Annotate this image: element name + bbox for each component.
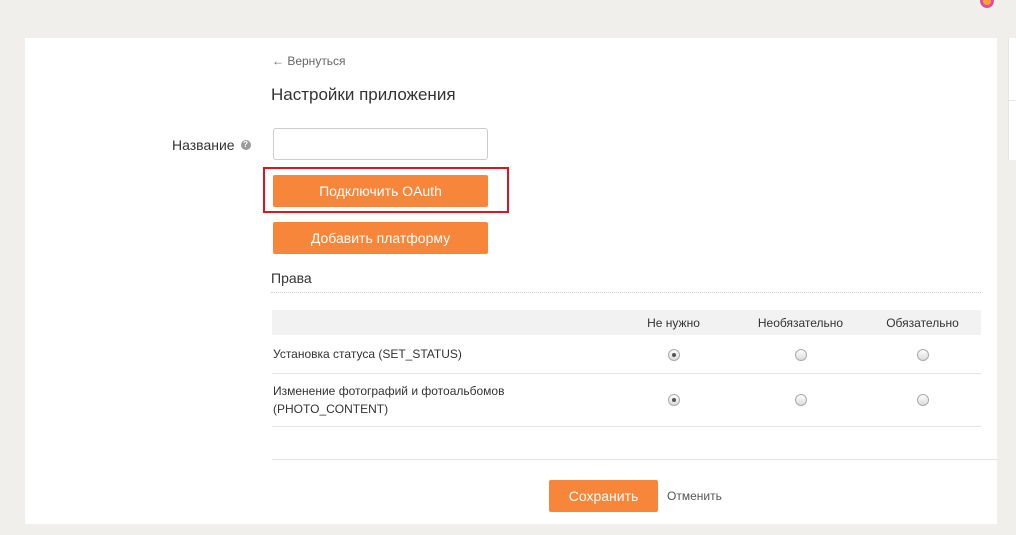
permission-label-line2: (PHOTO_CONTENT) <box>273 401 389 416</box>
column-header-required: Обязательно <box>886 315 959 330</box>
rights-section-title: Права <box>271 270 312 286</box>
rights-table-header: Не нужно Необязательно Обязательно <box>272 310 981 335</box>
name-label-text: Название <box>172 137 235 153</box>
settings-card <box>25 38 997 524</box>
section-divider <box>271 292 981 293</box>
column-header-not-needed: Не нужно <box>647 315 700 330</box>
question-circle-icon[interactable]: ? <box>240 140 251 150</box>
name-field-label: Название ? <box>172 137 251 153</box>
add-platform-button[interactable]: Добавить платформу <box>273 222 488 254</box>
panel-divider <box>1009 100 1016 101</box>
back-link[interactable]: ← Вернуться <box>272 54 346 68</box>
permission-label-line1: Изменение фотографий и фотоальбомов <box>273 383 505 398</box>
column-header-optional: Необязательно <box>757 315 844 330</box>
radio-set-status-not-needed[interactable] <box>667 348 680 361</box>
cancel-link[interactable]: Отменить <box>667 489 722 503</box>
radio-photo-content-required[interactable] <box>916 394 929 407</box>
rights-table: Не нужно Необязательно Обязательно Устан… <box>272 310 981 427</box>
footer-divider <box>272 459 997 460</box>
app-logo-icon <box>980 0 994 8</box>
table-row: Установка статуса (SET_STATUS) <box>272 335 981 374</box>
right-side-panel <box>1008 38 1016 160</box>
radio-set-status-optional[interactable] <box>794 348 807 361</box>
column-header-permission <box>272 310 610 335</box>
permission-label: Изменение фотографий и фотоальбомов (PHO… <box>272 373 610 427</box>
page-title: Настройки приложения <box>271 85 456 104</box>
save-button[interactable]: Сохранить <box>549 480 658 512</box>
radio-photo-content-not-needed[interactable] <box>667 394 680 407</box>
table-row: Изменение фотографий и фотоальбомов (PHO… <box>272 373 981 427</box>
radio-photo-content-optional[interactable] <box>794 394 807 407</box>
permission-label: Установка статуса (SET_STATUS) <box>272 335 610 374</box>
radio-set-status-required[interactable] <box>916 348 929 361</box>
connect-oauth-button[interactable]: Подключить OAuth <box>273 175 488 207</box>
app-name-input[interactable] <box>273 128 488 160</box>
